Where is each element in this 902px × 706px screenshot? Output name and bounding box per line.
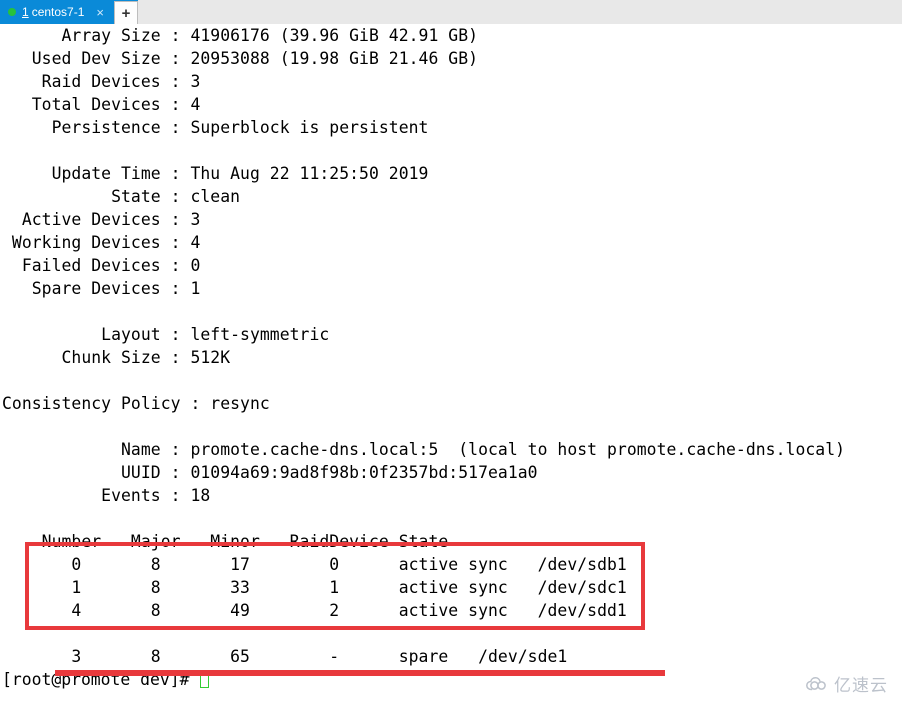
terminal-output[interactable]: Array Size : 41906176 (39.96 GiB 42.91 G…	[0, 24, 902, 706]
terminal-line: Update Time : Thu Aug 22 11:25:50 2019	[2, 164, 429, 183]
terminal-line: Active Devices : 3	[2, 210, 201, 229]
device-table-row: 4 8 49 2 active sync /dev/sdd1	[2, 601, 627, 620]
tab-bar: 1 centos7-1 × +	[0, 0, 902, 24]
terminal-line: Raid Devices : 3	[2, 72, 201, 91]
terminal-line: Spare Devices : 1	[2, 279, 201, 298]
cloud-icon	[806, 676, 826, 690]
device-table-row: 0 8 17 0 active sync /dev/sdb1	[2, 555, 627, 574]
device-table-header: Number Major Minor RaidDevice State	[2, 532, 449, 551]
new-tab-button[interactable]: +	[114, 1, 138, 24]
terminal-line: Failed Devices : 0	[2, 256, 201, 275]
tab-index-label: 1	[22, 5, 29, 19]
terminal-line: State : clean	[2, 187, 241, 206]
terminal-line: Consistency Policy : resync	[2, 394, 270, 413]
tab-title-label: centos7-1	[31, 5, 85, 19]
watermark: 亿速云	[805, 671, 888, 696]
watermark-label: 亿速云	[834, 676, 888, 695]
tab-status-dot-icon	[8, 8, 16, 16]
terminal-line: Used Dev Size : 20953088 (19.98 GiB 21.4…	[2, 49, 479, 68]
terminal-line: Total Devices : 4	[2, 95, 201, 114]
terminal-line: Events : 18	[2, 486, 211, 505]
terminal-line: UUID : 01094a69:9ad8f98b:0f2357bd:517ea1…	[2, 463, 538, 482]
terminal-line: Persistence : Superblock is persistent	[2, 118, 429, 137]
terminal-line: Array Size : 41906176 (39.96 GiB 42.91 G…	[2, 26, 479, 45]
tab-centos7-1[interactable]: 1 centos7-1 ×	[0, 0, 110, 24]
device-table-row: 1 8 33 1 active sync /dev/sdc1	[2, 578, 627, 597]
device-table-row-spare: 3 8 65 - spare /dev/sde1	[2, 647, 568, 666]
terminal-line: Working Devices : 4	[2, 233, 201, 252]
terminal-line: Layout : left-symmetric	[2, 325, 330, 344]
close-icon[interactable]: ×	[96, 6, 104, 19]
terminal-line: Name : promote.cache-dns.local:5 (local …	[2, 440, 846, 459]
tab-bar-empty-area	[138, 0, 902, 24]
terminal-line: Chunk Size : 512K	[2, 348, 231, 367]
spare-device-highlight-underline	[55, 670, 665, 676]
